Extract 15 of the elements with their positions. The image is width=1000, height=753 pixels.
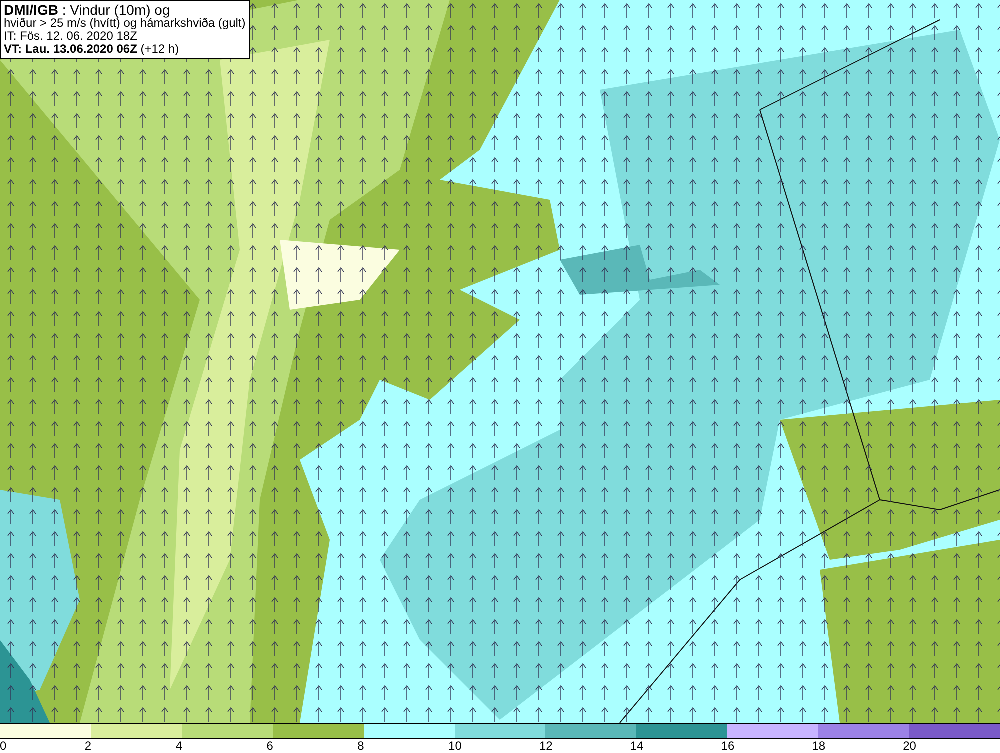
scale-label: 0	[0, 739, 7, 753]
info-text: hviður > 25 m/s (hvítt) og hámarkshviða (gult)	[4, 17, 246, 30]
scale-label: 2	[84, 739, 92, 753]
scale-label: 6	[266, 739, 274, 753]
scale-label: 10	[448, 739, 462, 753]
scale-label: 8	[358, 739, 364, 753]
scale-label: 12	[539, 739, 553, 753]
scale-label: 4	[176, 739, 182, 753]
scale-label: 16	[721, 739, 735, 753]
scale-label: 18	[812, 739, 826, 753]
info-text: IT: Fös. 12. 06. 2020 18Z	[4, 30, 138, 43]
scale-label: 20	[903, 739, 916, 753]
info-text: VT: Lau. 13.06.2020 06Z (+12 h)	[4, 43, 180, 56]
info-text: DMI/IGB : Vindur (10m) og	[4, 3, 172, 17]
scale-label: 14	[630, 739, 644, 753]
